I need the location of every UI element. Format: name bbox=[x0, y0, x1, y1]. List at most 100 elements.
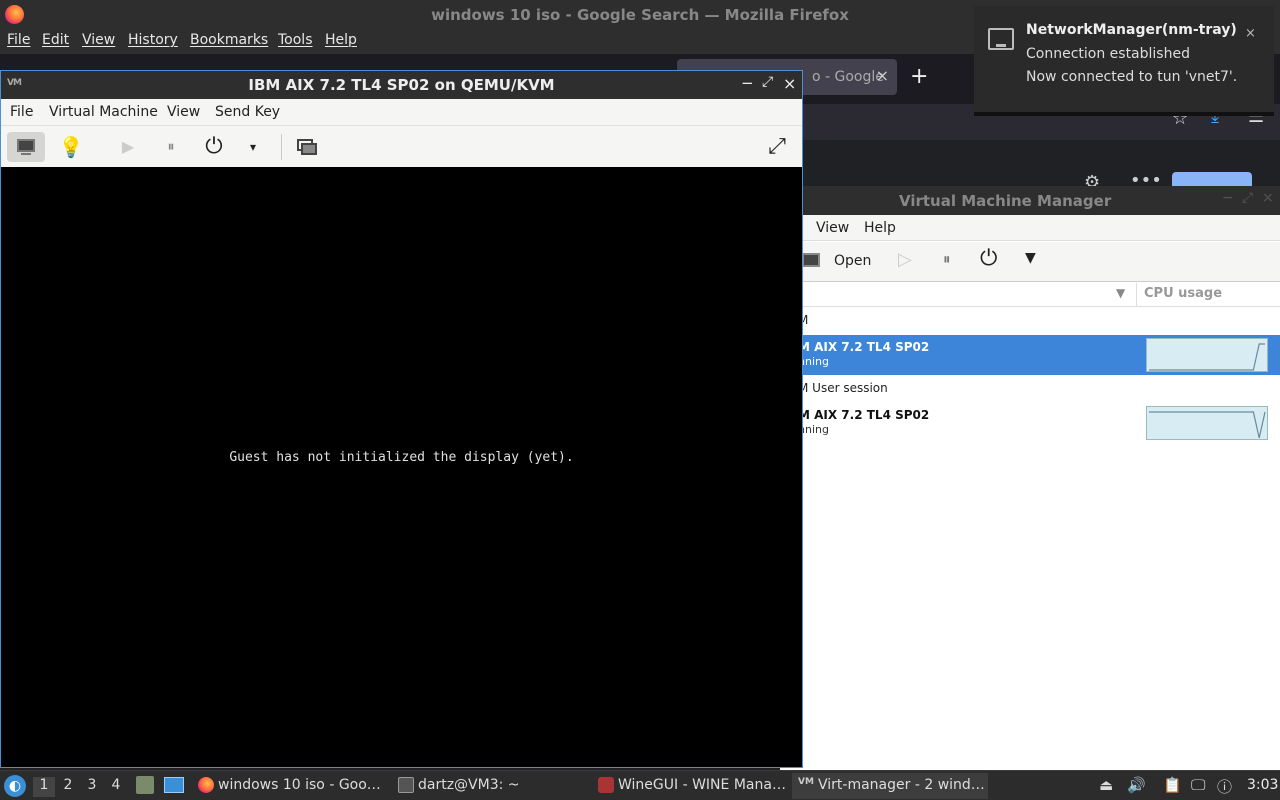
cpu-graph-svg bbox=[1149, 343, 1265, 371]
monitor-stand bbox=[21, 153, 31, 155]
firefox-menu-tools[interactable]: Tools bbox=[278, 32, 313, 48]
close-icon[interactable]: × bbox=[1262, 190, 1274, 206]
vm-row-aix-system[interactable]: M AIX 7.2 TL4 SP02 nning bbox=[780, 335, 1280, 375]
vm-row-aix-user[interactable]: M AIX 7.2 TL4 SP02 nning bbox=[780, 403, 1280, 443]
update-notifier-icon[interactable]: ⓘ bbox=[1217, 776, 1232, 797]
details-lightbulb-icon[interactable]: 💡 bbox=[52, 132, 90, 162]
vmm-menubar: View Help bbox=[780, 215, 1280, 241]
terminal-icon bbox=[398, 777, 414, 793]
notification-body-line1: Connection established bbox=[1026, 46, 1190, 62]
taskbar-item-label: Virt-manager - 2 wind… bbox=[818, 777, 985, 793]
network-icon bbox=[988, 28, 1014, 50]
workspace-2[interactable]: 2 bbox=[57, 777, 79, 797]
cpu-usage-line bbox=[1149, 411, 1266, 439]
close-icon[interactable]: × bbox=[783, 74, 796, 93]
network-tray-icon[interactable]: 🖵 bbox=[1191, 776, 1205, 794]
open-button[interactable]: Open bbox=[834, 253, 871, 269]
cpu-usage-column-header[interactable]: CPU usage bbox=[1144, 286, 1222, 301]
vmm-column-header: ▼ CPU usage bbox=[780, 283, 1280, 307]
snapshot-frame-front bbox=[301, 143, 317, 155]
show-desktop-icon[interactable] bbox=[164, 777, 184, 793]
cpu-usage-graph bbox=[1146, 406, 1268, 440]
workspace-4[interactable]: 4 bbox=[105, 777, 127, 797]
vmm-toolbar: Open ▷ ⏸ ⏻ ▼ bbox=[780, 242, 1280, 282]
virt-manager-window: Virtual Machine Manager − ⤢ × View Help … bbox=[780, 186, 1280, 770]
vmm-titlebar: Virtual Machine Manager − ⤢ × bbox=[780, 186, 1280, 215]
vv-menubar: File Virtual Machine View Send Key bbox=[1, 99, 802, 125]
notification-body-line2: Now connected to tun 'vnet7'. bbox=[1026, 69, 1238, 85]
start-menu-icon[interactable]: ◐ bbox=[4, 775, 26, 797]
vv-menu-file[interactable]: File bbox=[10, 104, 33, 120]
taskbar-item-label: windows 10 iso - Goo… bbox=[218, 777, 381, 793]
close-tab-icon[interactable]: × bbox=[876, 66, 889, 85]
volume-icon[interactable]: 🔊 bbox=[1127, 776, 1146, 794]
vm-display-area[interactable]: Guest has not initialized the display (y… bbox=[1, 167, 802, 767]
pause-icon[interactable]: ⏸ bbox=[152, 132, 190, 162]
console-message: Guest has not initialized the display (y… bbox=[229, 450, 574, 465]
notification-title: NetworkManager(nm-tray) bbox=[1026, 22, 1237, 38]
virt-manager-icon: VM bbox=[798, 777, 814, 787]
firefox-menu-file[interactable]: File bbox=[7, 32, 30, 48]
firefox-tab-label: o - Google bbox=[812, 69, 884, 85]
vm-console-window: VM IBM AIX 7.2 TL4 SP02 on QEMU/KVM − ⤢ … bbox=[0, 70, 803, 768]
power-icon[interactable]: ⏻ bbox=[195, 132, 233, 162]
workspace-3[interactable]: 3 bbox=[81, 777, 103, 797]
taskbar-item-terminal[interactable]: dartz@VM3: ~ bbox=[392, 773, 588, 799]
fullscreen-icon[interactable]: ⤢ bbox=[758, 132, 796, 162]
vm-name: M AIX 7.2 TL4 SP02 bbox=[798, 340, 930, 354]
chevron-down-icon[interactable]: ▼ bbox=[1025, 250, 1036, 266]
sort-chevron-icon[interactable]: ▼ bbox=[1116, 286, 1125, 300]
run-icon[interactable]: ▶ bbox=[109, 132, 147, 162]
monitor-icon bbox=[17, 139, 35, 152]
firefox-menu-bookmarks[interactable]: Bookmarks bbox=[190, 32, 268, 48]
taskbar-item-label: dartz@VM3: ~ bbox=[418, 777, 520, 793]
connection-row-user-session[interactable]: M User session bbox=[780, 376, 1280, 402]
new-tab-icon[interactable]: + bbox=[910, 64, 928, 89]
workspace-1[interactable]: 1 bbox=[33, 777, 55, 797]
close-icon[interactable]: × bbox=[1245, 26, 1256, 41]
pause-icon[interactable]: ⏸ bbox=[943, 250, 951, 268]
maximize-icon[interactable]: ⤢ bbox=[1242, 190, 1253, 206]
vmm-menu-view[interactable]: View bbox=[816, 220, 849, 236]
vv-menu-view[interactable]: View bbox=[167, 104, 200, 120]
minimize-icon[interactable]: − bbox=[1222, 190, 1234, 206]
clipboard-icon[interactable]: 📋 bbox=[1163, 776, 1182, 794]
taskbar: ◐ 1 2 3 4 windows 10 iso - Goo… dartz@VM… bbox=[0, 770, 1280, 800]
network-notification[interactable]: NetworkManager(nm-tray) Connection estab… bbox=[974, 6, 1274, 116]
vm-name: M AIX 7.2 TL4 SP02 bbox=[798, 408, 930, 422]
cpu-usage-graph bbox=[1146, 338, 1268, 372]
file-manager-icon[interactable] bbox=[136, 776, 154, 794]
vv-menu-send-key[interactable]: Send Key bbox=[215, 104, 280, 120]
taskbar-item-winegui[interactable]: WineGUI - WINE Mana… bbox=[592, 773, 788, 799]
vv-menu-virtual-machine[interactable]: Virtual Machine bbox=[49, 104, 158, 120]
cpu-graph-svg bbox=[1149, 411, 1266, 439]
column-divider bbox=[1136, 283, 1137, 307]
monitor-icon[interactable] bbox=[802, 253, 820, 267]
eject-icon[interactable]: ⏏ bbox=[1099, 776, 1113, 794]
wine-icon bbox=[598, 777, 614, 793]
vv-titlebar: VM IBM AIX 7.2 TL4 SP02 on QEMU/KVM − ⤢ … bbox=[1, 71, 802, 99]
vmm-menu-help[interactable]: Help bbox=[864, 220, 896, 236]
cpu-usage-line bbox=[1149, 343, 1265, 371]
maximize-icon[interactable]: ⤢ bbox=[762, 74, 773, 90]
vv-toolbar: 💡 ▶ ⏸ ⏻ ▾ ⤢ bbox=[1, 125, 802, 167]
run-icon[interactable]: ▷ bbox=[898, 249, 912, 270]
vv-window-title: IBM AIX 7.2 TL4 SP02 on QEMU/KVM bbox=[248, 76, 555, 94]
connection-row-qemu[interactable]: M bbox=[780, 308, 1280, 334]
chevron-down-icon[interactable]: ▾ bbox=[234, 132, 272, 162]
power-icon[interactable]: ⏻ bbox=[980, 246, 997, 271]
firefox-menu-help[interactable]: Help bbox=[325, 32, 357, 48]
taskbar-item-label: WineGUI - WINE Mana… bbox=[618, 777, 786, 793]
snapshots-icon[interactable] bbox=[288, 132, 326, 162]
minimize-icon[interactable]: − bbox=[741, 74, 754, 92]
taskbar-item-firefox[interactable]: windows 10 iso - Goo… bbox=[192, 773, 388, 799]
console-view-button[interactable] bbox=[7, 132, 45, 162]
taskbar-item-virt-manager[interactable]: VM Virt-manager - 2 wind… bbox=[792, 773, 988, 799]
firefox-menu-view[interactable]: View bbox=[82, 32, 115, 48]
vmm-window-title: Virtual Machine Manager bbox=[899, 192, 1112, 210]
clock: 3:03 bbox=[1247, 777, 1279, 793]
firefox-menu-edit[interactable]: Edit bbox=[42, 32, 69, 48]
connection-label: M User session bbox=[798, 381, 888, 395]
toolbar-separator bbox=[281, 134, 282, 160]
firefox-menu-history[interactable]: History bbox=[128, 32, 178, 48]
